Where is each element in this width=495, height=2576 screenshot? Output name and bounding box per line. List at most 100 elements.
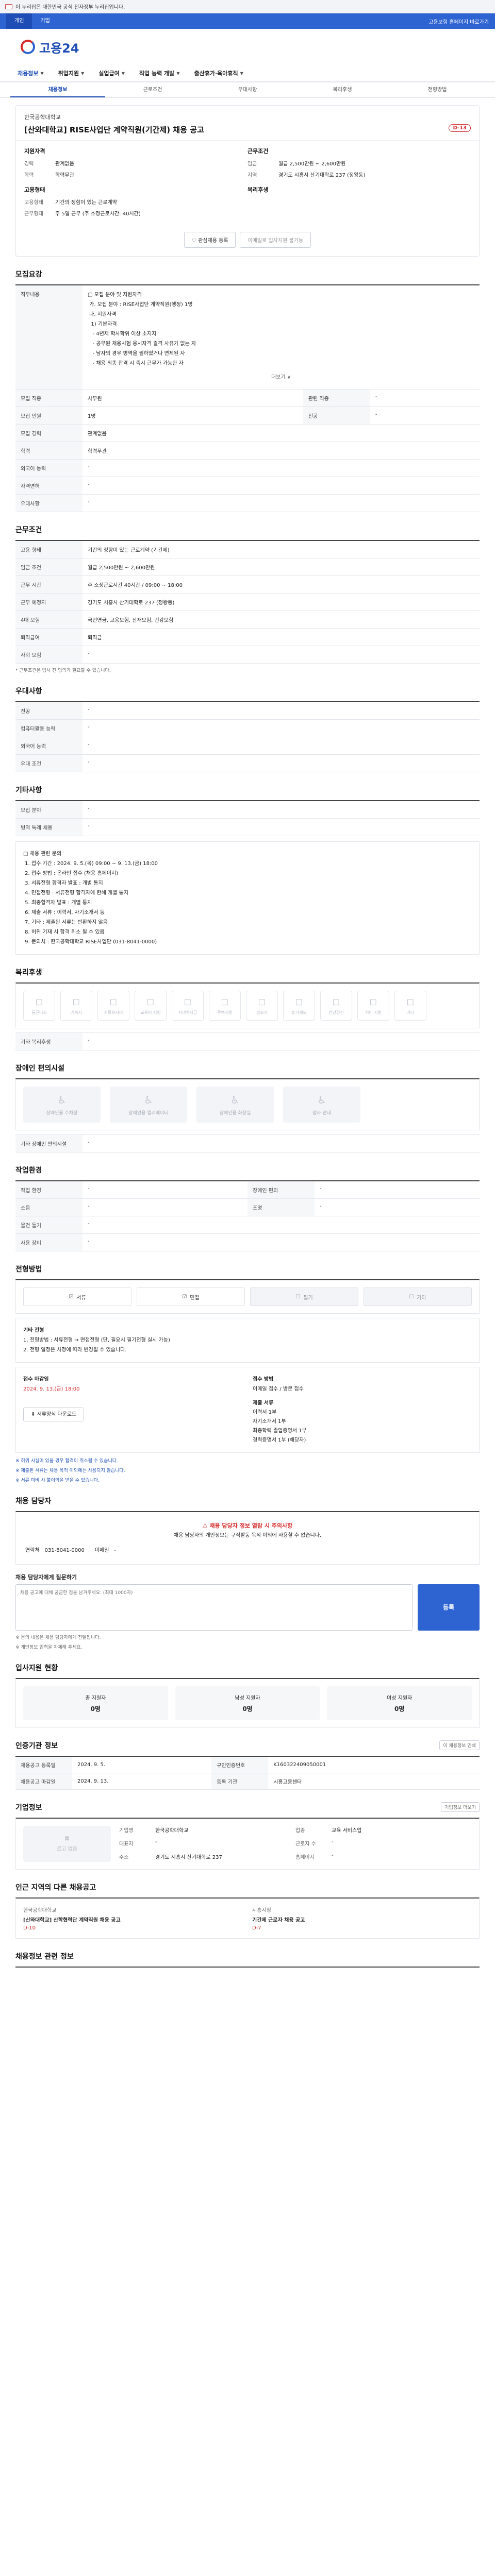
field-label: 병역 특례 채용 <box>15 818 82 836</box>
facility-tile: ♿ 장애인용 엘리베이터 <box>110 1087 187 1123</box>
company-more-button[interactable]: 기업정보 더보기 <box>441 1802 480 1812</box>
field-value: - <box>82 801 480 819</box>
field-label: 퇴직급여 <box>15 628 82 646</box>
job-card[interactable]: 시흥시청 기간제 근로자 채용 공고 D-7 <box>252 1906 472 1931</box>
tab-personal[interactable]: 개인 <box>6 13 32 29</box>
info-line: 6. 제출 서류 : 이력서, 자기소개서 등 <box>23 910 105 916</box>
method-written: ☐ 필기 <box>250 1287 358 1306</box>
field-label: 연락처 <box>25 1547 40 1553</box>
table-row: 근무 예정지 경기도 시흥시 산기대학로 237 (정왕동) <box>15 593 480 611</box>
field-label: 업종 <box>295 1827 305 1834</box>
logo-icon <box>21 40 35 54</box>
field-label: 대표자 <box>119 1841 134 1847</box>
site-logo[interactable]: 고용24 <box>39 38 79 56</box>
tab-process[interactable]: 전형방법 <box>390 82 485 97</box>
process-line: 2. 전형 일정은 사정에 따라 변경될 수 있습니다. <box>23 1347 127 1353</box>
field-value: - <box>315 1181 480 1199</box>
info-line: 2. 접수 방법 : 온라인 접수 (채용 홈페이지) <box>23 871 119 876</box>
field-label: 전공 <box>15 702 82 720</box>
interest-button[interactable]: ♡ 관심채용 등록 <box>184 232 236 248</box>
email-apply-button[interactable]: 이메일로 입사지원 불가능 <box>240 232 311 248</box>
employment-insurance-link[interactable]: 고용보험 홈페이지 바로가기 <box>428 18 489 25</box>
print-button[interactable]: 이 채용정보 인쇄 <box>439 1740 480 1751</box>
field-label: 우대 조건 <box>15 754 82 772</box>
contact-note: ※ 문의 내용은 채용 담당자에게 전달됩니다. <box>15 1635 101 1640</box>
table-row: 물건 들기 - <box>15 1216 480 1234</box>
field-label: 우대사항 <box>15 494 82 512</box>
welfare-label: 교육비 지원 <box>140 1010 161 1015</box>
field-label: 사용 장비 <box>15 1233 82 1251</box>
field-label: 모집 인원 <box>15 406 82 425</box>
tab-recruit[interactable]: 채용정보 <box>10 82 105 97</box>
email-value: - <box>114 1547 117 1553</box>
table-row: 우대 조건 - <box>15 754 480 772</box>
process-note: ※ 허위 사실이 있을 경우 합격이 취소될 수 있습니다. <box>15 1459 118 1464</box>
field-value: - <box>332 1852 334 1858</box>
tab-company[interactable]: 기업 <box>32 13 58 29</box>
deadline-value: 2024. 9. 13.(금) 18:00 <box>23 1386 80 1392</box>
method-other: ☐ 기타 <box>364 1287 472 1306</box>
field-value: 관계없음 <box>55 161 74 167</box>
field-value: 월급 2,500만원 ~ 2,600만원 <box>278 161 346 167</box>
duty-content: □ 모집 분야 및 지원자격 가. 모집 분야 : RISE사업단 계약직원(행… <box>82 285 480 389</box>
nav-item-leave[interactable]: 출산휴가·육아휴직 ▼ <box>187 69 250 77</box>
heart-icon: ♡ <box>191 238 199 244</box>
table-row: 채용공고 등록일 2024. 9. 5. 구인인증번호 K16032240905000… <box>15 1756 480 1773</box>
tab-welfare[interactable]: 복리후생 <box>295 82 390 97</box>
field-value: - <box>155 1839 157 1845</box>
info-line: 9. 문의처 : 한국공학대학교 RISE사업단 (031-8041-0000) <box>23 939 157 945</box>
recruit-table: 직무내용 □ 모집 분야 및 지원자격 가. 모집 분야 : RISE사업단 계… <box>15 284 480 512</box>
table-row: 모집 분야 - <box>15 801 480 819</box>
welfare-icon: ◻ <box>72 996 80 1007</box>
field-value: 사무원 <box>82 389 303 407</box>
duty-line: 가. 모집 분야 : RISE사업단 계약직원(행정) 1명 <box>88 302 193 308</box>
field-value: - <box>332 1839 334 1845</box>
inquiry-submit-button[interactable]: 등록 <box>418 1584 480 1631</box>
info-line: 4. 면접전형 : 서류전형 합격자에 한해 개별 통지 <box>23 890 128 896</box>
nav-item-training[interactable]: 직업 능력 개발 ▼ <box>132 69 187 77</box>
table-row: 우대사항 - <box>15 494 480 512</box>
field-value: 퇴직금 <box>82 628 480 646</box>
phone-value: 031-8041-0000 <box>44 1547 85 1553</box>
nav-item-benefits[interactable]: 실업급여 ▼ <box>91 69 132 77</box>
field-value: 기간의 정함이 있는 근로계약 (기간제) <box>82 540 480 558</box>
field-value: - <box>82 754 480 772</box>
contact-note: ※ 개인정보 입력을 자제해 주세요. <box>15 1645 82 1650</box>
accessibility-icon: ♿ <box>144 1093 153 1106</box>
other-table: 모집 분야 - 병역 특례 채용 - <box>15 800 480 836</box>
section-title: 장애인 편의시설 <box>15 1064 65 1073</box>
chevron-down-icon: ▼ <box>240 71 243 76</box>
nav-item-jobs[interactable]: 채용정보 ▼ <box>10 69 51 77</box>
section-title: 인근 지역의 다른 채용공고 <box>15 1883 96 1892</box>
inquiry-textarea[interactable] <box>15 1584 412 1631</box>
field-label: 구인인증번호 <box>211 1756 269 1773</box>
field-value: - <box>82 1032 480 1050</box>
nav-item-support[interactable]: 취업지원 ▼ <box>51 69 92 77</box>
job-card-title: 기간제 근로자 채용 공고 <box>252 1917 305 1923</box>
apply-info: 접수 마감일 2024. 9. 13.(금) 18:00 ⬇ 서류양식 다운로드… <box>15 1367 480 1453</box>
welfare-icon: ◻ <box>109 996 118 1007</box>
welfare-tile: ◻ 차량유지비 <box>97 991 129 1021</box>
section-title: 기타사항 <box>15 786 42 794</box>
field-label: 작업 환경 <box>15 1181 82 1199</box>
field-label: 접수 마감일 <box>23 1377 49 1382</box>
field-label: 학력 <box>15 442 82 460</box>
work-note: * 근무조건은 입사 전 협의가 필요할 수 있습니다. <box>15 668 111 673</box>
welfare-tile: ◻ 식비 지원 <box>357 991 389 1021</box>
section-title: 복리후생 <box>15 969 42 977</box>
pref-table: 전공 - 컴퓨터활용 능력 - 외국어 능력 - 우대 조건 - <box>15 701 480 772</box>
tab-preferences[interactable]: 우대사항 <box>200 82 295 97</box>
job-card[interactable]: 한국공학대학교 [산와대학교] 산학협력단 계약직원 채용 공고 D-10 <box>23 1906 243 1931</box>
field-value: 시흥고용센터 <box>268 1773 480 1790</box>
section-label: 고용형태 <box>24 187 45 193</box>
section-title: 입사지원 현황 <box>15 1664 58 1672</box>
company-name[interactable]: 한국공학대학교 <box>24 113 471 121</box>
field-value: - <box>82 477 480 495</box>
welfare-label: 식비 지원 <box>365 1010 382 1015</box>
section-title: 작업환경 <box>15 1166 42 1175</box>
welfare-tile: ◻ 휴가제도 <box>283 991 315 1021</box>
header: 고용24 <box>0 29 495 65</box>
download-button[interactable]: ⬇ 서류양식 다운로드 <box>23 1408 85 1421</box>
tab-conditions[interactable]: 근로조건 <box>105 82 200 97</box>
more-button[interactable]: 더보기 ∨ <box>88 368 474 384</box>
